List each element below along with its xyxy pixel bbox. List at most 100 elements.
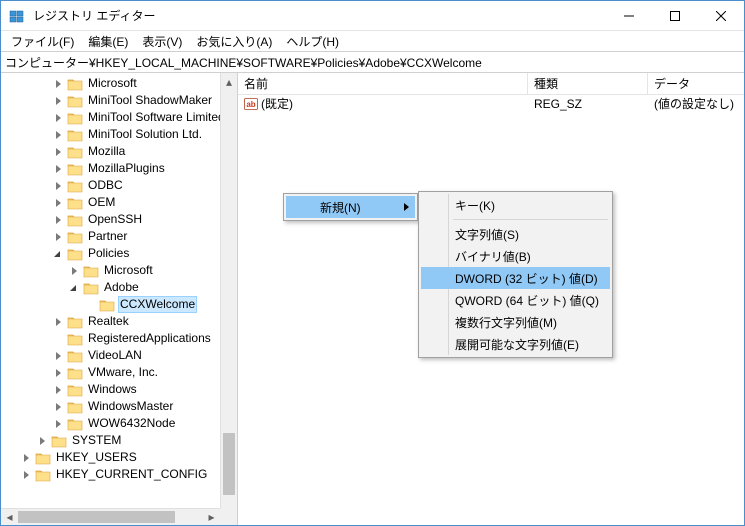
scroll-thumb[interactable] bbox=[223, 433, 235, 496]
expand-icon[interactable] bbox=[53, 163, 65, 175]
folder-icon bbox=[67, 94, 83, 108]
scroll-right-button[interactable]: ▸ bbox=[203, 509, 220, 525]
scroll-track[interactable] bbox=[221, 90, 237, 508]
menu-bar: ファイル(F) 編集(E) 表示(V) お気に入り(A) ヘルプ(H) bbox=[1, 31, 744, 51]
tree-item[interactable]: OpenSSH bbox=[1, 211, 220, 228]
context-new[interactable]: 新規(N) bbox=[286, 196, 415, 218]
tree-item[interactable]: Windows bbox=[1, 381, 220, 398]
expand-icon[interactable] bbox=[53, 112, 65, 124]
string-value-icon: ab bbox=[244, 97, 258, 111]
collapse-icon[interactable] bbox=[53, 248, 65, 260]
tree-item[interactable]: VideoLAN bbox=[1, 347, 220, 364]
tree-horizontal-scrollbar[interactable]: ◂ ▸ bbox=[1, 508, 220, 525]
expand-icon[interactable] bbox=[53, 95, 65, 107]
tree-item[interactable]: MozillaPlugins bbox=[1, 160, 220, 177]
tree-item[interactable]: Realtek bbox=[1, 313, 220, 330]
menu-help[interactable]: ヘルプ(H) bbox=[280, 32, 345, 51]
minimize-button[interactable] bbox=[606, 1, 652, 31]
close-button[interactable] bbox=[698, 1, 744, 31]
scroll-track[interactable] bbox=[18, 509, 203, 525]
tree-item-selected[interactable]: CCXWelcome bbox=[1, 296, 220, 313]
folder-icon bbox=[51, 434, 67, 448]
expand-icon[interactable] bbox=[53, 214, 65, 226]
expand-icon[interactable] bbox=[53, 197, 65, 209]
submenu-key[interactable]: キー(K) bbox=[421, 194, 610, 216]
expand-icon[interactable] bbox=[53, 180, 65, 192]
tree-item[interactable]: MiniTool ShadowMaker bbox=[1, 92, 220, 109]
submenu-binary[interactable]: バイナリ値(B) bbox=[421, 245, 610, 267]
registry-tree[interactable]: Microsoft MiniTool ShadowMaker MiniTool … bbox=[1, 73, 220, 485]
tree-item[interactable]: HKEY_USERS bbox=[1, 449, 220, 466]
window-title: レジストリ エディター bbox=[33, 7, 156, 24]
tree-item[interactable]: WindowsMaster bbox=[1, 398, 220, 415]
folder-icon bbox=[67, 111, 83, 125]
tree-item[interactable]: Policies bbox=[1, 245, 220, 262]
tree-item[interactable]: HKEY_CURRENT_CONFIG bbox=[1, 466, 220, 483]
title-bar: レジストリ エディター bbox=[1, 1, 744, 31]
folder-icon bbox=[67, 247, 83, 261]
submenu-dword[interactable]: DWORD (32 ビット) 値(D) bbox=[421, 267, 610, 289]
menu-separator bbox=[453, 219, 608, 220]
folder-icon bbox=[67, 162, 83, 176]
folder-icon bbox=[67, 77, 83, 91]
expand-icon[interactable] bbox=[53, 418, 65, 430]
expand-icon[interactable] bbox=[69, 265, 81, 277]
tree-item[interactable]: Microsoft bbox=[1, 75, 220, 92]
folder-icon bbox=[67, 230, 83, 244]
expand-icon[interactable] bbox=[53, 78, 65, 90]
submenu-qword[interactable]: QWORD (64 ビット) 値(Q) bbox=[421, 289, 610, 311]
tree-item[interactable]: Microsoft bbox=[1, 262, 220, 279]
column-type[interactable]: 種類 bbox=[528, 73, 648, 94]
menu-view[interactable]: 表示(V) bbox=[136, 32, 188, 51]
context-menu: 新規(N) bbox=[283, 193, 418, 221]
maximize-button[interactable] bbox=[652, 1, 698, 31]
scroll-left-button[interactable]: ◂ bbox=[1, 509, 18, 525]
scroll-up-button[interactable]: ▴ bbox=[221, 73, 237, 90]
expand-icon[interactable] bbox=[53, 231, 65, 243]
menu-edit[interactable]: 編集(E) bbox=[82, 32, 134, 51]
tree-item[interactable]: Mozilla bbox=[1, 143, 220, 160]
expand-icon[interactable] bbox=[53, 129, 65, 141]
submenu-expandstring[interactable]: 展開可能な文字列値(E) bbox=[421, 333, 610, 355]
tree-item[interactable]: Partner bbox=[1, 228, 220, 245]
expand-icon[interactable] bbox=[53, 350, 65, 362]
column-header: 名前 種類 データ bbox=[238, 73, 744, 95]
folder-icon bbox=[67, 128, 83, 142]
tree-vertical-scrollbar[interactable]: ▴ ▾ bbox=[220, 73, 237, 525]
expand-icon[interactable] bbox=[53, 367, 65, 379]
submenu-string[interactable]: 文字列値(S) bbox=[421, 223, 610, 245]
tree-item[interactable]: OEM bbox=[1, 194, 220, 211]
expand-icon[interactable] bbox=[37, 435, 49, 447]
tree-item[interactable]: VMware, Inc. bbox=[1, 364, 220, 381]
tree-item[interactable]: MiniTool Solution Ltd. bbox=[1, 126, 220, 143]
expand-icon[interactable] bbox=[21, 452, 33, 464]
tree-item[interactable]: RegisteredApplications bbox=[1, 330, 220, 347]
value-data: (値の設定なし) bbox=[648, 95, 744, 112]
folder-icon bbox=[67, 332, 83, 346]
scroll-thumb[interactable] bbox=[18, 511, 175, 523]
value-type: REG_SZ bbox=[528, 97, 648, 111]
tree-pane: Microsoft MiniTool ShadowMaker MiniTool … bbox=[1, 73, 238, 525]
tree-item[interactable]: ODBC bbox=[1, 177, 220, 194]
column-name[interactable]: 名前 bbox=[238, 73, 528, 94]
folder-icon bbox=[67, 400, 83, 414]
collapse-icon[interactable] bbox=[69, 282, 81, 294]
address-bar[interactable]: コンピューター¥HKEY_LOCAL_MACHINE¥SOFTWARE¥Poli… bbox=[1, 51, 744, 73]
column-data[interactable]: データ bbox=[648, 73, 744, 94]
expand-icon[interactable] bbox=[53, 384, 65, 396]
tree-item[interactable]: MiniTool Software Limited bbox=[1, 109, 220, 126]
menu-favorites[interactable]: お気に入り(A) bbox=[190, 32, 278, 51]
menu-file[interactable]: ファイル(F) bbox=[5, 32, 80, 51]
tree-item[interactable]: WOW6432Node bbox=[1, 415, 220, 432]
tree-item[interactable]: SYSTEM bbox=[1, 432, 220, 449]
expand-icon[interactable] bbox=[21, 469, 33, 481]
value-row[interactable]: ab (既定) REG_SZ (値の設定なし) bbox=[238, 95, 744, 112]
submenu-multistring[interactable]: 複数行文字列値(M) bbox=[421, 311, 610, 333]
expand-icon[interactable] bbox=[53, 316, 65, 328]
expand-icon[interactable] bbox=[53, 401, 65, 413]
folder-icon bbox=[67, 213, 83, 227]
tree-item[interactable]: Adobe bbox=[1, 279, 220, 296]
scroll-corner bbox=[220, 508, 237, 525]
expand-icon[interactable] bbox=[53, 146, 65, 158]
regedit-icon bbox=[9, 8, 25, 24]
